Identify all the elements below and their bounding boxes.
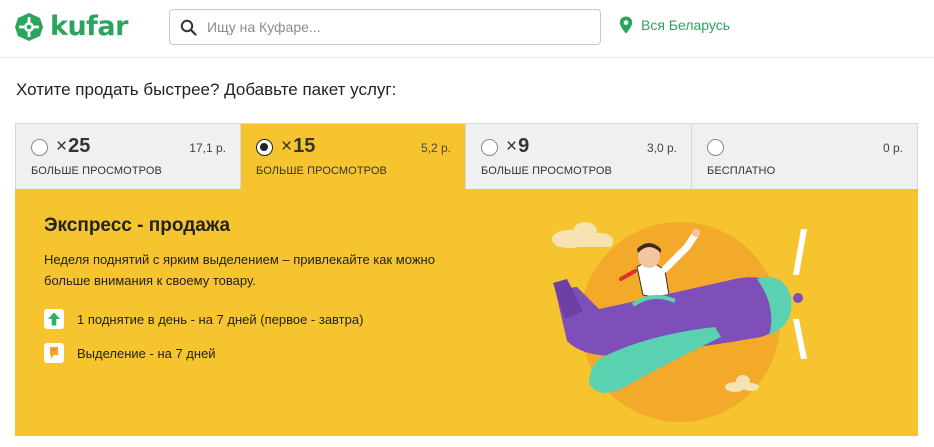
feature-item-highlight: Выделение - на 7 дней (44, 343, 216, 363)
service-package-tabs: ×25 17,1 р. БОЛЬШЕ ПРОСМОТРОВ ×15 5,2 р.… (15, 123, 918, 190)
package-subtitle: БОЛЬШЕ ПРОСМОТРОВ (256, 165, 387, 177)
search-input[interactable] (207, 19, 587, 35)
package-title: Экспресс - продажа (44, 215, 231, 236)
package-subtitle: БОЛЬШЕ ПРОСМОТРОВ (31, 165, 162, 177)
airplane-illustration (552, 222, 807, 422)
radio-button[interactable] (31, 139, 48, 156)
package-price: 3,0 р. (646, 141, 677, 155)
search-icon (180, 19, 197, 36)
package-price: 17,1 р. (189, 141, 226, 155)
multiplier-value: 25 (68, 135, 91, 157)
package-description: Неделя поднятий с ярким выделением – при… (44, 252, 435, 288)
package-subtitle: БЕСПЛАТНО (707, 165, 776, 177)
multiplier-sign: × (506, 136, 518, 157)
package-price: 5,2 р. (420, 141, 451, 155)
package-tab-free[interactable]: 0 р. БЕСПЛАТНО (692, 124, 917, 190)
package-price: 0 р. (882, 141, 903, 155)
location-label: Вся Беларусь (641, 17, 731, 33)
kufar-logo[interactable]: kufar (14, 10, 128, 44)
feature-text: 1 поднятие в день - на 7 дней (первое - … (77, 311, 364, 327)
feature-text: Выделение - на 7 дней (77, 345, 216, 361)
logo-text: kufar (50, 11, 128, 42)
location-pin-icon (619, 16, 633, 34)
package-details-panel: Экспресс - продажа Неделя поднятий с ярк… (15, 189, 918, 436)
search-bar[interactable] (169, 9, 601, 45)
package-tab-9[interactable]: ×9 3,0 р. БОЛЬШЕ ПРОСМОТРОВ (466, 124, 692, 190)
multiplier-sign: × (56, 136, 68, 157)
package-subtitle: БОЛЬШЕ ПРОСМОТРОВ (481, 165, 612, 177)
kufar-logo-icon (15, 13, 43, 41)
arrow-up-icon (44, 309, 64, 329)
radio-button[interactable] (707, 139, 724, 156)
package-multiplier: ×15 (281, 135, 315, 158)
package-tab-25[interactable]: ×25 17,1 р. БОЛЬШЕ ПРОСМОТРОВ (16, 124, 241, 190)
multiplier-value: 9 (518, 135, 530, 157)
site-header: kufar Вся Беларусь (0, 0, 934, 58)
package-tab-15[interactable]: ×15 5,2 р. БОЛЬШЕ ПРОСМОТРОВ (241, 124, 466, 190)
radio-button-selected[interactable] (256, 139, 273, 156)
package-multiplier: ×9 (506, 135, 529, 158)
feature-item-bump: 1 поднятие в день - на 7 дней (первое - … (44, 309, 363, 329)
radio-button[interactable] (481, 139, 498, 156)
page-title: Хотите продать быстрее? Добавьте пакет у… (16, 80, 397, 99)
page-bottom-space (0, 437, 934, 447)
multiplier-value: 15 (293, 135, 316, 157)
multiplier-sign: × (281, 136, 293, 157)
highlight-icon (44, 343, 64, 363)
location-selector[interactable]: Вся Беларусь (619, 16, 730, 34)
package-multiplier: ×25 (56, 135, 90, 158)
